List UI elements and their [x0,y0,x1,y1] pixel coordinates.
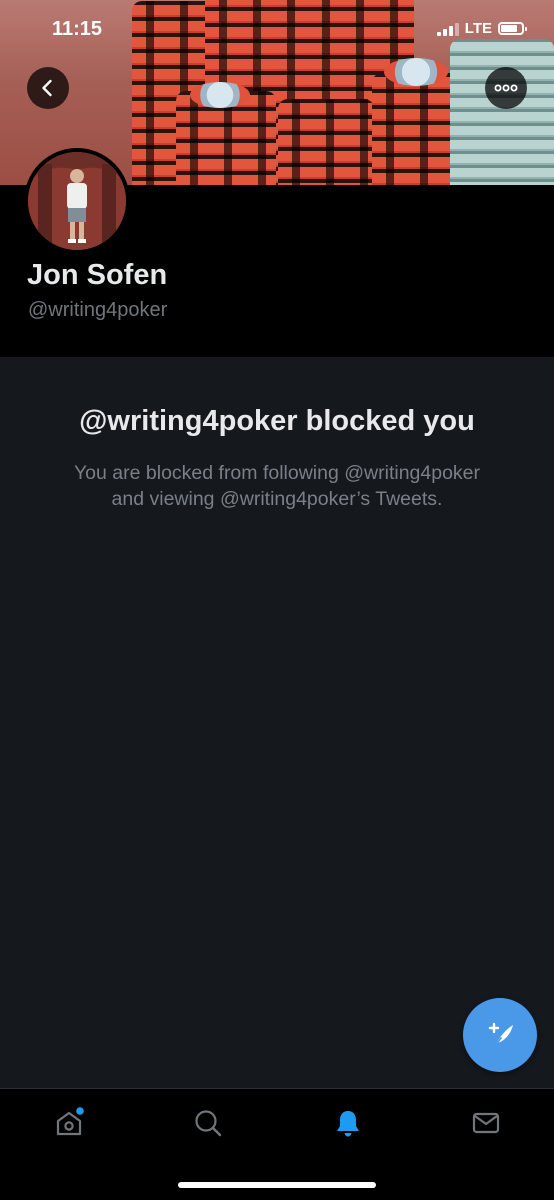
blocked-title: @writing4poker blocked you [79,405,475,437]
avatar[interactable] [24,148,130,254]
chip-top [384,58,448,86]
profile-handle: @writing4poker [28,299,168,321]
signal-icon [436,22,459,36]
blocked-description-line: and viewing @writing4poker’s Tweets. [111,488,443,510]
compose-tweet-icon [488,1022,513,1050]
tab-search[interactable] [188,1103,228,1143]
tab-home[interactable] [49,1103,89,1143]
mail-icon [472,1112,500,1134]
network-label: LTE [464,20,492,37]
search-icon [195,1110,222,1137]
home-icon [56,1107,84,1136]
more-options-button[interactable] [485,67,527,109]
status-time: 11:15 [52,18,103,40]
more-dots-icon [494,84,518,92]
tab-messages[interactable] [466,1103,506,1143]
back-button[interactable] [27,67,69,109]
tab-notifications[interactable] [328,1103,368,1143]
chevron-left-icon [42,79,52,97]
avatar-photo [28,152,126,250]
status-indicators: LTE [436,20,527,37]
chip-top [190,82,250,108]
blocked-description: You are blocked from following @writing4… [40,460,514,512]
home-indicator [178,1182,376,1188]
profile-display-name: Jon Sofen [27,259,168,291]
blocked-description-line: You are blocked from following @writing4… [73,462,481,484]
chip-stack [450,39,554,185]
chip-stack [372,73,462,185]
battery-icon [498,22,527,35]
chip-stack [278,99,374,185]
bell-icon [337,1111,359,1137]
compose-tweet-button[interactable] [463,998,537,1072]
